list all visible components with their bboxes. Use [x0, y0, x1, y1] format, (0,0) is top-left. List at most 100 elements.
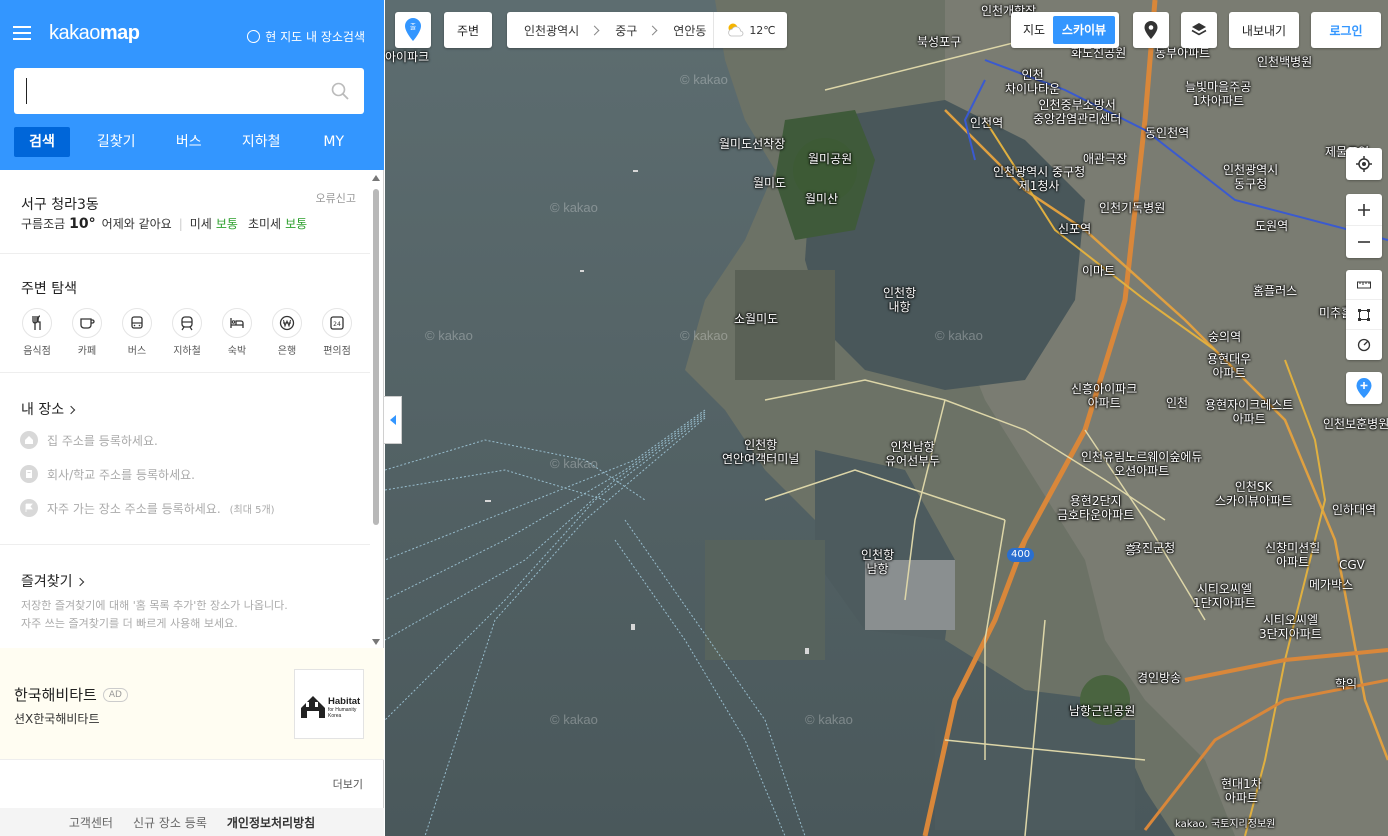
map-label[interactable]: 숭의역 [1208, 330, 1241, 344]
map-label[interactable]: 인천 [1166, 396, 1188, 410]
map-label[interactable]: 월미도선착장 [719, 137, 785, 151]
map-label[interactable]: 신포역 [1058, 222, 1091, 236]
map-label[interactable]: 아이파크 [385, 50, 429, 64]
map-label[interactable]: 홈플러스 [1253, 284, 1297, 298]
map-label[interactable]: 인천SK 스카이뷰아파트 [1215, 480, 1292, 508]
map-label[interactable]: 인천항 남항 [861, 548, 894, 576]
map-label[interactable]: 애관극장 [1083, 152, 1127, 166]
map-label[interactable]: 월미공원 [808, 152, 852, 166]
map-label[interactable]: 신창미션힐 아파트 [1265, 541, 1320, 569]
more-link[interactable]: 더보기 [333, 776, 363, 792]
category-bus[interactable]: 버스 [112, 308, 162, 357]
zoom-out-button[interactable] [1346, 226, 1382, 258]
map-label[interactable]: 인천역 [970, 116, 1003, 130]
current-area-search-toggle[interactable]: 현 지도 내 장소검색 [247, 28, 365, 45]
map-label[interactable]: 인천유림노르웨이숲에듀 오션아파트 [1081, 450, 1202, 478]
map-label[interactable]: 북성포구 [917, 35, 961, 49]
map-label[interactable]: 시티오씨엘 1단지아파트 [1193, 582, 1256, 610]
scroll-thumb[interactable] [373, 189, 379, 525]
export-button[interactable]: 내보내기 [1229, 12, 1299, 48]
category-cafe[interactable]: 카페 [62, 308, 112, 357]
new-place-link[interactable]: 신규 장소 등록 [133, 814, 207, 831]
map-label[interactable]: 신흥아이파크 아파트 [1071, 382, 1137, 410]
scroll-up-icon[interactable] [372, 175, 380, 181]
scroll-down-icon[interactable] [372, 639, 380, 645]
search-icon[interactable] [331, 82, 349, 100]
work-address-item[interactable]: 회사/학교 주소를 등록하세요. [20, 465, 195, 483]
favorites-title[interactable]: 즐겨찾기 [21, 571, 84, 591]
map-label[interactable]: 학익 [1335, 677, 1357, 691]
tab-search[interactable]: 검색 [14, 127, 70, 157]
map-label[interactable]: 소월미도 [734, 312, 778, 326]
map-label[interactable]: 용현2단지 금호타운아파트 [1057, 494, 1134, 522]
kakaomap-logo[interactable]: kakaomap [49, 22, 140, 45]
map-view[interactable]: © kakao © kakao © kakao © kakao © kakao … [385, 0, 1388, 836]
map-label[interactable]: 이마트 [1082, 264, 1115, 278]
map-label[interactable]: 경인방송 [1137, 671, 1181, 685]
category-bank[interactable]: 은행 [262, 308, 312, 357]
map-label[interactable]: 인천항 내항 [883, 286, 916, 314]
map-label[interactable]: 용진군청 [1131, 541, 1175, 555]
support-link[interactable]: 고객센터 [69, 814, 113, 831]
map-label[interactable]: 인천광역시 중구청 제1청사 [993, 165, 1085, 193]
my-location-button[interactable] [1346, 148, 1382, 180]
map-label[interactable]: 메가박스 [1309, 578, 1353, 592]
map-label[interactable]: 흥 [1125, 543, 1136, 557]
map-mode-map[interactable]: 지도 [1015, 16, 1053, 44]
map-label[interactable]: 현대1차 아파트 [1221, 777, 1262, 805]
login-button[interactable]: 로그인 [1311, 12, 1381, 48]
map-label[interactable]: CGV [1339, 558, 1365, 572]
category-restaurant[interactable]: 음식점 [12, 308, 62, 357]
tab-subway[interactable]: 지하철 [225, 127, 298, 157]
map-label[interactable]: 시티오씨엘 3단지아파트 [1259, 613, 1322, 641]
map-label[interactable]: 늘빛마을주공 1차아파트 [1185, 80, 1251, 108]
map-label[interactable]: 인천백병원 [1257, 55, 1312, 69]
sidebar-collapse-button[interactable] [384, 396, 402, 444]
map-label[interactable]: 용현대우 아파트 [1207, 352, 1251, 380]
map-label[interactable]: 동인천역 [1145, 126, 1189, 140]
category-lodging[interactable]: 숙박 [212, 308, 262, 357]
map-label[interactable]: 인천보훈병원 [1323, 417, 1388, 431]
category-convenience[interactable]: 24 편의점 [312, 308, 362, 357]
layers-button[interactable] [1181, 12, 1217, 48]
tab-directions[interactable]: 길찾기 [80, 127, 153, 157]
ad-banner[interactable]: 한국해비타트 AD 션X한국해비타트 Habitat for Humanity K… [0, 648, 384, 760]
map-label[interactable]: 인천광역시 동구청 [1223, 163, 1278, 191]
menu-icon[interactable] [13, 26, 31, 40]
map-label[interactable]: 인천남항 유어선부두 [885, 440, 940, 468]
map-label[interactable]: 인천항 연안여객터미널 [722, 438, 799, 466]
map-label[interactable]: 인하대역 [1332, 503, 1376, 517]
map-label[interactable]: 인천 차이나타운 [1005, 68, 1060, 96]
privacy-link[interactable]: 개인정보처리방침 [227, 814, 315, 831]
tab-bus[interactable]: 버스 [153, 127, 226, 157]
map-label[interactable]: 화도진공원 [1071, 46, 1126, 60]
map-label[interactable]: 남항근린공원 [1069, 704, 1135, 718]
frequent-place-item[interactable]: 자주 가는 장소 주소를 등록하세요. (최대 5개) [20, 499, 275, 517]
search-input[interactable] [26, 78, 326, 104]
map-label[interactable]: 월미산 [805, 192, 838, 206]
start-pin-button[interactable]: 출 [395, 12, 431, 48]
zoom-in-button[interactable] [1346, 194, 1382, 226]
report-error-link[interactable]: 오류신고 [316, 190, 356, 206]
nearby-button[interactable]: 주변 [444, 12, 492, 48]
add-place-button[interactable] [1346, 372, 1382, 404]
radius-tool-button[interactable] [1346, 330, 1382, 360]
map-weather[interactable]: 12℃ [713, 12, 787, 48]
map-label[interactable]: 인천중부소방서 중앙감염관리센터 [1033, 98, 1121, 126]
tab-my[interactable]: MY [298, 127, 371, 157]
my-places-title[interactable]: 내 장소 [21, 399, 76, 419]
breadcrumb-district[interactable]: 중구 [598, 22, 637, 39]
roadview-button[interactable] [1133, 12, 1169, 48]
map-mode-skyview[interactable]: 스카이뷰 [1053, 16, 1115, 44]
map-label[interactable]: 용현자이크레스트 아파트 [1205, 398, 1293, 426]
distance-tool-button[interactable] [1346, 270, 1382, 300]
category-subway[interactable]: 지하철 [162, 308, 212, 357]
breadcrumb-dong[interactable]: 연안동 [656, 22, 706, 39]
area-tool-button[interactable] [1346, 300, 1382, 330]
home-address-item[interactable]: 집 주소를 등록하세요. [20, 431, 158, 449]
map-label[interactable]: 인천기독병원 [1099, 201, 1165, 215]
map-label[interactable]: 동부아파트 [1155, 46, 1210, 60]
map-label[interactable]: 도원역 [1255, 219, 1288, 233]
breadcrumb-city[interactable]: 인천광역시 [507, 22, 579, 39]
sidebar-scrollbar[interactable] [371, 175, 381, 645]
